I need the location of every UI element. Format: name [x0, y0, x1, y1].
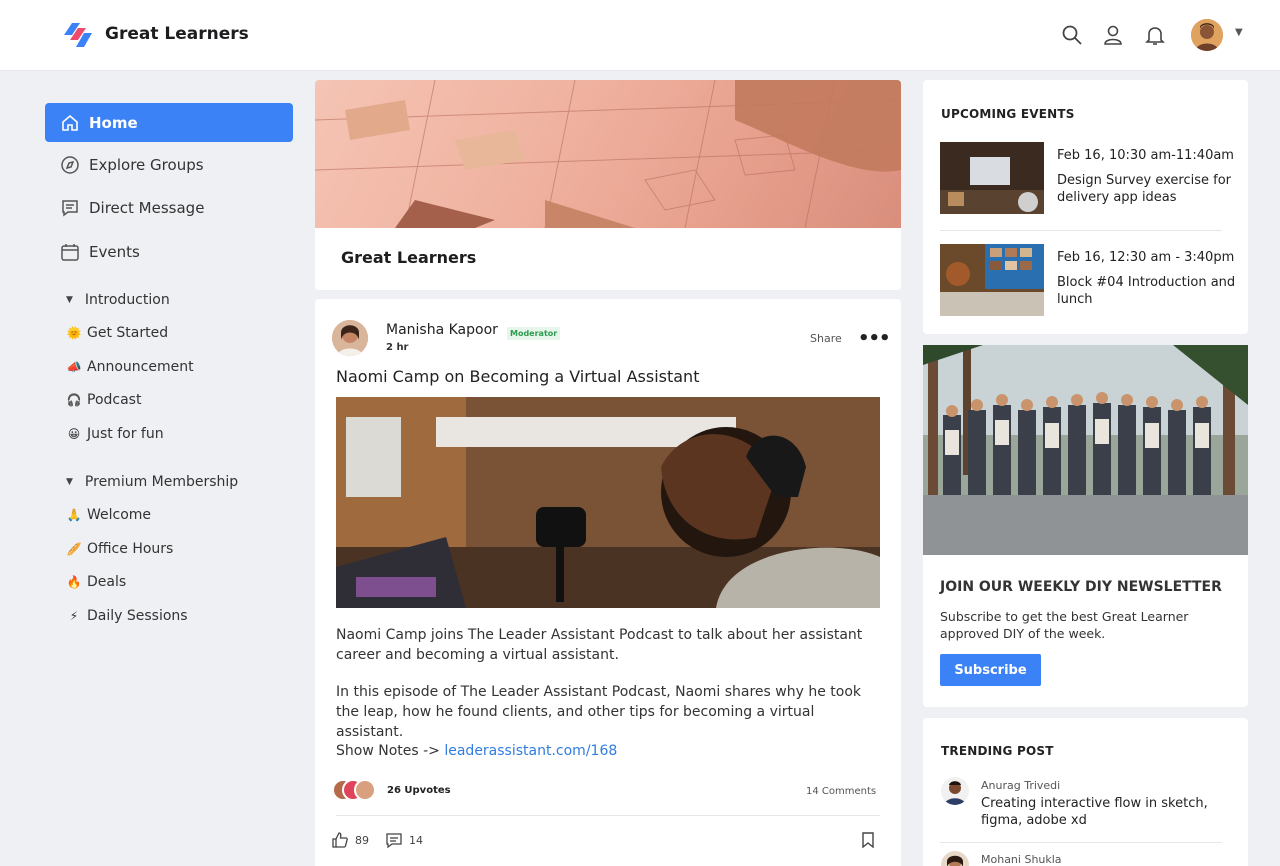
section-introduction-label: Introduction — [84, 292, 170, 308]
post-title[interactable]: Naomi Camp on Becoming a Virtual Assista… — [336, 367, 699, 386]
event-title[interactable]: Block #04 Introduction and lunch — [1057, 274, 1237, 308]
event-title[interactable]: Design Survey exercise for delivery app … — [1057, 172, 1237, 206]
trending-heading: TRENDING POST — [941, 744, 1054, 758]
smiley-icon: 😀 — [67, 427, 81, 441]
bookmark-icon — [862, 832, 874, 848]
divider — [940, 230, 1222, 231]
group-cover-image — [315, 80, 901, 228]
post-timestamp: 2 hr — [386, 342, 409, 353]
top-bar: Great Learners ▼ — [0, 0, 1280, 71]
channel-get-started[interactable]: 🌞 Get Started — [66, 325, 169, 341]
brand-logo[interactable] — [64, 20, 94, 50]
message-icon — [62, 199, 78, 216]
nav-direct-message-label: Direct Message — [89, 198, 205, 217]
moderator-badge: Moderator — [507, 327, 561, 340]
compass-icon — [61, 155, 79, 174]
calendar-icon — [61, 243, 79, 261]
event-time: Feb 16, 10:30 am-11:40am — [1057, 148, 1234, 163]
upvoter-avatars[interactable] — [332, 779, 380, 803]
bell-icon[interactable] — [1144, 24, 1166, 46]
nav-explore-groups-label: Explore Groups — [89, 155, 204, 174]
nav-events[interactable]: Events — [45, 232, 293, 271]
event-thumbnail[interactable] — [940, 244, 1044, 316]
author-avatar[interactable] — [332, 320, 368, 356]
section-introduction[interactable]: ▼ Introduction — [66, 292, 170, 308]
event-time: Feb 16, 12:30 am - 3:40pm — [1057, 250, 1235, 265]
channel-deals[interactable]: 🔥 Deals — [66, 574, 127, 590]
group-title: Great Learners — [341, 248, 477, 267]
profile-menu-caret-icon[interactable]: ▼ — [1235, 27, 1243, 38]
post-paragraph-1: Naomi Camp joins The Leader Assistant Po… — [336, 627, 863, 663]
search-icon[interactable] — [1061, 24, 1083, 46]
show-notes-label: Show Notes -> — [336, 743, 445, 759]
megaphone-icon: 📣 — [66, 360, 82, 374]
trending-author-name[interactable]: Mohani Shukla — [981, 853, 1062, 866]
nav-explore-groups[interactable]: Explore Groups — [45, 145, 293, 184]
comment-icon — [386, 833, 402, 848]
profile-avatar[interactable] — [1191, 19, 1223, 51]
events-heading: UPCOMING EVENTS — [941, 107, 1075, 121]
post-image[interactable] — [336, 397, 880, 608]
channel-label: Just for fun — [87, 426, 164, 442]
sun-icon: 🌞 — [66, 326, 82, 340]
pray-icon: 🙏 — [66, 508, 82, 522]
comment-button[interactable]: 14 — [386, 832, 423, 848]
user-icon[interactable] — [1102, 24, 1124, 46]
author-name[interactable]: Manisha Kapoor — [386, 322, 498, 338]
upvotes-count[interactable]: 26 Upvotes — [387, 785, 451, 796]
collapse-caret-icon: ▼ — [66, 295, 73, 305]
event-thumbnail[interactable] — [940, 142, 1044, 214]
channel-label: Deals — [87, 574, 127, 590]
more-options-icon[interactable]: ••• — [858, 328, 891, 349]
comments-link[interactable]: 14 Comments — [806, 786, 876, 797]
like-count: 89 — [355, 833, 369, 847]
nav-events-label: Events — [89, 242, 140, 261]
channel-label: Get Started — [87, 325, 169, 341]
like-button[interactable]: 89 — [332, 832, 369, 848]
channel-label: Daily Sessions — [87, 608, 188, 624]
brand-name[interactable]: Great Learners — [105, 24, 249, 44]
section-premium-membership[interactable]: ▼ Premium Membership — [66, 474, 238, 490]
show-notes-link[interactable]: leaderassistant.com/168 — [444, 743, 617, 759]
channel-daily-sessions[interactable]: ⚡ Daily Sessions — [66, 608, 188, 624]
channel-label: Announcement — [87, 359, 194, 375]
divider — [940, 842, 1222, 843]
comment-count: 14 — [409, 833, 423, 847]
collapse-caret-icon: ▼ — [66, 477, 73, 487]
channel-announcement[interactable]: 📣 Announcement — [66, 359, 194, 375]
trending-post-card — [923, 718, 1248, 866]
channel-welcome[interactable]: 🙏 Welcome — [66, 507, 152, 523]
bread-icon: 🥖 — [66, 542, 82, 556]
channel-label: Podcast — [87, 392, 142, 408]
lightning-icon: ⚡ — [69, 609, 79, 623]
home-icon — [62, 114, 78, 131]
section-premium-label: Premium Membership — [84, 474, 239, 490]
fire-icon: 🔥 — [66, 575, 82, 589]
nav-direct-message[interactable]: Direct Message — [45, 188, 293, 227]
channel-just-for-fun[interactable]: 😀 Just for fun — [66, 426, 164, 442]
newsletter-title: JOIN OUR WEEKLY DIY NEWSLETTER — [940, 579, 1222, 595]
divider — [336, 815, 880, 816]
channel-office-hours[interactable]: 🥖 Office Hours — [66, 541, 174, 557]
channel-podcast[interactable]: 🎧 Podcast — [66, 392, 142, 408]
share-button[interactable]: Share — [810, 332, 842, 345]
community-photo — [923, 345, 1248, 555]
nav-home-label: Home — [89, 113, 138, 132]
subscribe-button[interactable]: Subscribe — [940, 654, 1041, 686]
bookmark-button[interactable] — [860, 832, 883, 848]
thumbs-up-icon — [332, 832, 348, 848]
trending-author-avatar[interactable] — [941, 777, 969, 805]
trending-post-title[interactable]: Creating interactive flow in sketch, fig… — [981, 795, 1211, 829]
upvoter-avatar — [354, 779, 376, 801]
show-notes: Show Notes -> leaderassistant.com/168 — [336, 741, 884, 761]
post-paragraph-2: In this episode of The Leader Assistant … — [336, 684, 861, 740]
channel-label: Welcome — [87, 507, 152, 523]
channel-label: Office Hours — [87, 541, 174, 557]
newsletter-description: Subscribe to get the best Great Learner … — [940, 609, 1189, 641]
trending-author-name[interactable]: Anurag Trivedi — [981, 779, 1060, 792]
nav-home[interactable]: Home — [45, 103, 293, 142]
headphones-icon: 🎧 — [66, 393, 82, 407]
